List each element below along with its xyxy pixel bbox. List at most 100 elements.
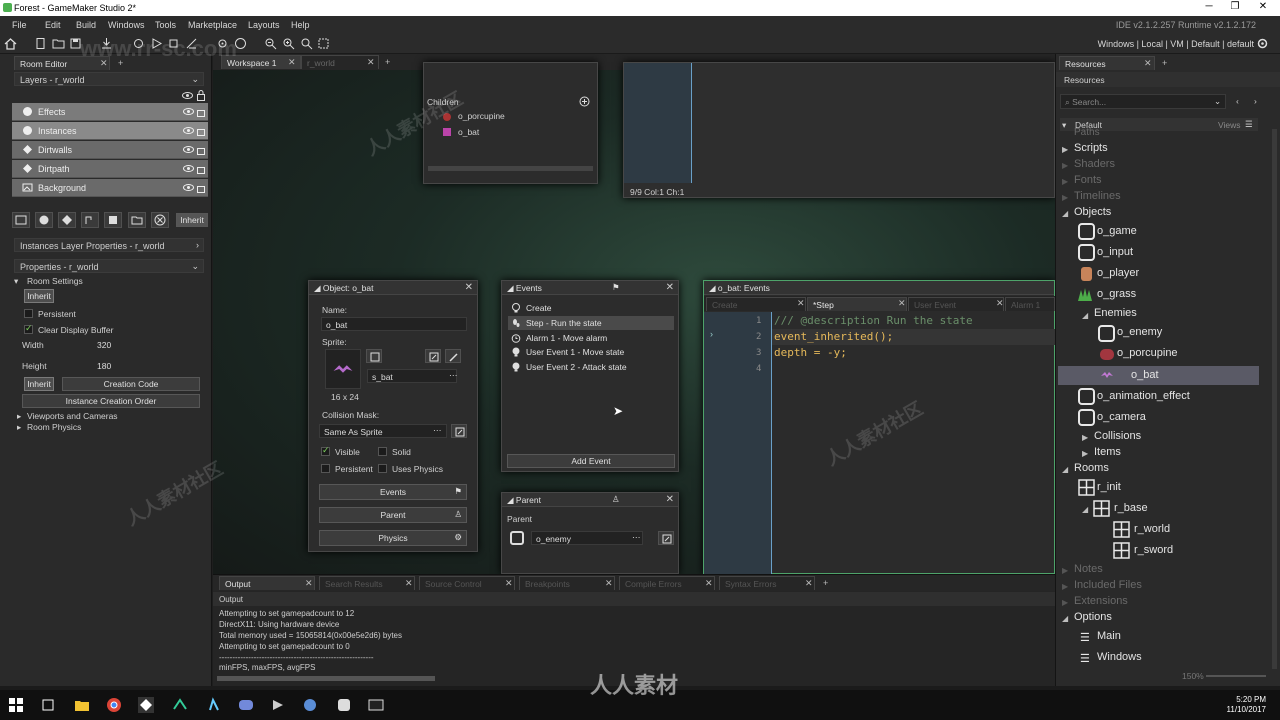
collapse-arrow-icon[interactable]: ◢ (1062, 465, 1068, 474)
menu-file[interactable]: File (12, 20, 27, 30)
chevron-down-icon[interactable]: ⌄ (1214, 96, 1221, 107)
tab-output[interactable]: Output (219, 576, 315, 590)
persistent-checkbox[interactable] (321, 464, 330, 473)
parent-select[interactable]: o_enemy (531, 531, 643, 545)
add-tile-layer-button[interactable] (58, 212, 76, 228)
collision-mask-select[interactable]: Same As Sprite (319, 424, 447, 438)
expand-arrow-icon[interactable]: ▶ (1062, 598, 1068, 607)
maximize-button[interactable]: ❐ (1222, 1, 1248, 15)
expand-arrow-icon[interactable]: ▶ (1062, 566, 1068, 575)
events-window-title[interactable]: ◢ Events ⚑ ✕ (502, 281, 678, 295)
menu-layouts[interactable]: Layouts (248, 20, 280, 30)
collapse-arrow[interactable]: ◢ (507, 283, 516, 293)
file-explorer-icon[interactable] (74, 697, 90, 713)
back-arrow-icon[interactable]: ‹ (1236, 96, 1239, 106)
menu-tools[interactable]: Tools (155, 20, 176, 30)
more-icon[interactable]: ⋯ (632, 532, 641, 543)
tree-item-o-animation-effect[interactable]: o_animation_effect (1097, 390, 1190, 402)
tab-breakpoints[interactable]: Breakpoints (519, 576, 615, 590)
close-icon[interactable]: ✕ (605, 578, 613, 589)
child-item[interactable]: o_bat (458, 127, 479, 137)
event-create[interactable]: Create (508, 301, 674, 315)
tree-item-o-enemy[interactable]: o_enemy (1117, 326, 1162, 338)
delete-layer-button[interactable] (151, 212, 169, 228)
layer-instances[interactable]: Instances (12, 122, 208, 140)
parent-button[interactable]: Parent ♙ (319, 507, 467, 523)
lock-icon[interactable] (197, 106, 205, 117)
tree-item-included-files[interactable]: Included Files (1074, 579, 1142, 591)
gamemaker-icon[interactable] (138, 697, 154, 713)
tree-item-fonts[interactable]: Fonts (1074, 174, 1102, 186)
eye-icon[interactable] (183, 182, 194, 193)
properties-header[interactable]: Properties - r_world ⌄ (14, 259, 204, 273)
viewports-arrow[interactable]: ▸ (17, 411, 21, 422)
add-tab-icon[interactable]: + (823, 578, 828, 588)
edit-mask-button[interactable] (451, 424, 467, 438)
lock-icon[interactable] (197, 90, 205, 101)
layer-background[interactable]: Background (12, 179, 208, 197)
code-tab-create[interactable]: Create (706, 297, 806, 311)
expand-arrow-icon[interactable]: ▶ (1062, 177, 1068, 186)
app-icon[interactable] (172, 697, 188, 713)
persistent-checkbox[interactable] (24, 309, 33, 318)
app-icon[interactable] (336, 697, 352, 713)
add-instance-layer-button[interactable] (35, 212, 53, 228)
height-value[interactable]: 180 (97, 361, 111, 371)
tree-item-timelines[interactable]: Timelines (1074, 190, 1121, 202)
physics-button[interactable]: Physics ⚙ (319, 530, 467, 546)
add-background-layer-button[interactable] (12, 212, 30, 228)
tab-search-results[interactable]: Search Results (319, 576, 415, 590)
close-icon[interactable]: ✕ (465, 282, 473, 293)
layer-effects[interactable]: Effects (12, 103, 208, 121)
lock-icon[interactable] (197, 182, 205, 193)
new-file-icon[interactable] (34, 37, 47, 50)
tree-item-o-game[interactable]: o_game (1097, 225, 1137, 237)
room-physics-label[interactable]: Room Physics (27, 422, 81, 432)
close-icon[interactable]: ✕ (898, 298, 906, 309)
eye-icon[interactable] (183, 125, 194, 136)
code-tab-alarm-1[interactable]: Alarm 1 (1005, 297, 1055, 311)
zoom-slider[interactable] (1206, 675, 1266, 677)
collapse-arrow[interactable]: ◢ (314, 283, 323, 293)
code-line[interactable]: event_inherited(); (774, 330, 893, 343)
layers-dropdown[interactable]: Layers - r_world ⌄ (14, 72, 204, 86)
discord-icon[interactable] (238, 697, 254, 713)
menu-marketplace[interactable]: Marketplace (188, 20, 237, 30)
more-icon[interactable]: ⋯ (449, 370, 458, 381)
expand-arrow-icon[interactable]: ▶ (1062, 582, 1068, 591)
parent-window-title[interactable]: ◢ Parent ♙ ✕ (502, 493, 678, 507)
visible-checkbox[interactable] (321, 445, 330, 456)
close-icon[interactable]: ✕ (705, 578, 713, 589)
creation-code-button[interactable]: Creation Code (62, 377, 200, 391)
object-window-title[interactable]: ◢ Object: o_bat ✕ (309, 281, 477, 295)
expand-arrow-icon[interactable]: ▶ (1062, 161, 1068, 170)
layer-dirtwalls[interactable]: Dirtwalls (12, 141, 208, 159)
tree-item-r-init[interactable]: r_init (1097, 481, 1121, 493)
tab-source-control[interactable]: Source Control (419, 576, 515, 590)
inherit-layers-button[interactable]: Inherit (176, 213, 208, 227)
list-icon[interactable]: ☰ (1245, 119, 1253, 130)
tree-item-notes[interactable]: Notes (1074, 563, 1103, 575)
edit-sprite-button[interactable] (366, 349, 382, 363)
event-user-1[interactable]: User Event 1 - Move state (508, 345, 674, 359)
eye-icon[interactable] (183, 163, 194, 174)
tree-item-items[interactable]: Items (1094, 446, 1121, 458)
layer-dirtpath[interactable]: Dirtpath (12, 160, 208, 178)
expand-arrow-icon[interactable]: ▶ (1082, 433, 1088, 442)
add-tab-icon[interactable]: + (1162, 58, 1167, 68)
close-icon[interactable]: ✕ (288, 57, 296, 68)
child-item[interactable]: o_porcupine (458, 111, 505, 121)
tree-item-rooms[interactable]: Rooms (1074, 462, 1109, 474)
add-event-button[interactable]: Add Event (507, 454, 675, 468)
room-physics-arrow[interactable]: ▸ (17, 422, 21, 433)
close-icon[interactable]: ✕ (405, 578, 413, 589)
solid-checkbox[interactable] (378, 447, 387, 456)
collapse-arrow[interactable]: ◢ (507, 495, 516, 505)
pencil-icon[interactable] (445, 349, 461, 363)
add-path-layer-button[interactable] (81, 212, 99, 228)
eye-icon[interactable] (182, 90, 193, 101)
collapse-arrow-icon[interactable]: ◢ (1082, 505, 1088, 514)
views-label[interactable]: Views (1218, 120, 1241, 130)
tree-item-paths[interactable]: Paths (1074, 127, 1100, 138)
tree-item-o-grass[interactable]: o_grass (1097, 288, 1136, 300)
